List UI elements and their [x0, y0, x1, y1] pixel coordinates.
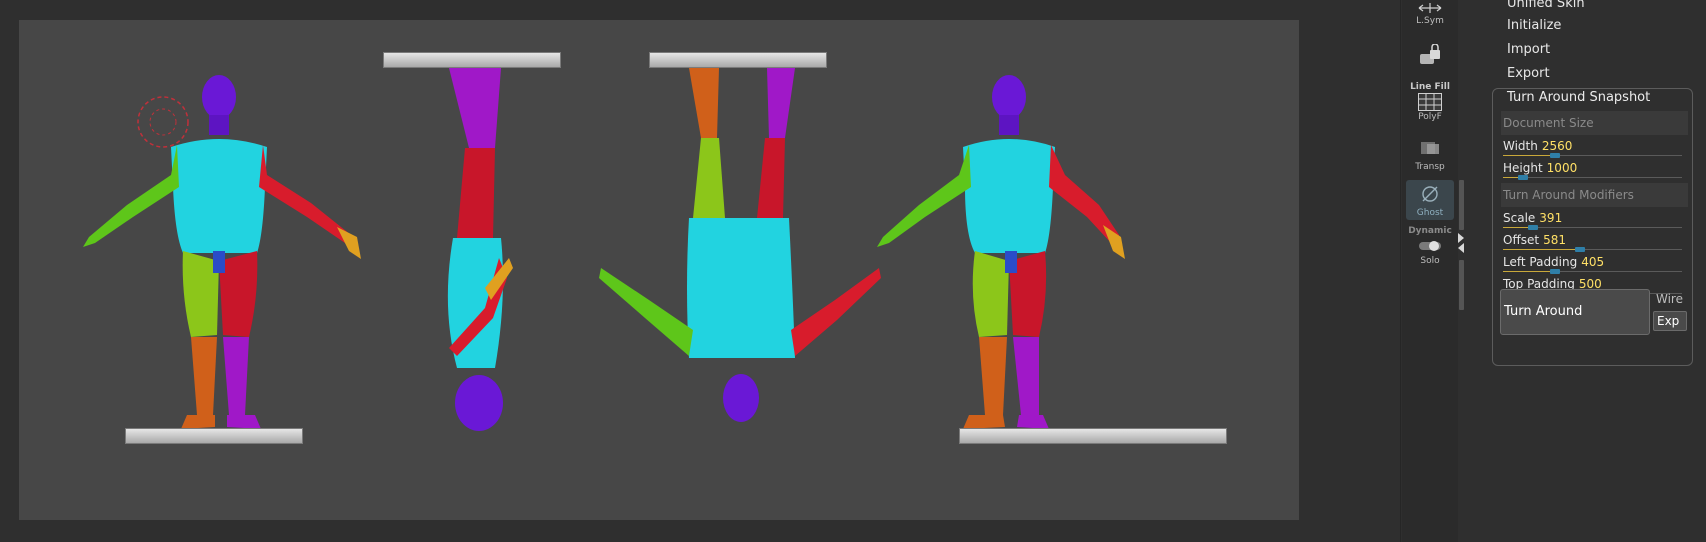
figure-inverted-back — [599, 68, 881, 422]
plinth-front — [125, 428, 303, 444]
scale-slider[interactable]: Scale 391 — [1501, 209, 1688, 231]
left-padding-slider[interactable]: Left Padding 405 — [1501, 253, 1688, 275]
ghost-icon — [1419, 180, 1441, 208]
lsym-arrows-icon — [1417, 0, 1443, 16]
3d-viewport[interactable] — [19, 20, 1299, 520]
document-size-header: Document Size — [1501, 111, 1688, 135]
expand-arrow-icon[interactable] — [1458, 233, 1464, 243]
ghost-button[interactable]: Ghost — [1406, 180, 1454, 220]
left-padding-value: 405 — [1581, 255, 1605, 269]
transp-button[interactable]: Transp — [1406, 134, 1454, 174]
transp-label: Transp — [1415, 162, 1445, 172]
figure-front — [83, 75, 361, 429]
offset-value: 581 — [1543, 233, 1566, 247]
ghost-label: Ghost — [1416, 208, 1444, 218]
menu-unified-skin[interactable]: Unified Skin — [1507, 0, 1585, 15]
dynamic-label: Dynamic — [1408, 226, 1452, 236]
height-value: 1000 — [1546, 161, 1578, 175]
polyframe-grid-icon — [1418, 92, 1442, 112]
solo-button[interactable]: Dynamic Solo — [1406, 226, 1454, 268]
export-button[interactable]: Exp — [1653, 311, 1687, 331]
wire-toggle[interactable]: Wire — [1656, 292, 1683, 306]
turn-around-title[interactable]: Turn Around Snapshot — [1507, 87, 1650, 109]
collapse-arrow-icon[interactable] — [1458, 243, 1464, 253]
solo-toggle-icon — [1418, 236, 1442, 256]
menu-import[interactable]: Import — [1507, 39, 1550, 61]
height-label: Height — [1503, 161, 1543, 175]
width-value: 2560 — [1541, 139, 1573, 153]
plinth-three-quarter — [959, 428, 1227, 444]
figure-three-quarter — [877, 75, 1125, 429]
width-label: Width — [1503, 139, 1538, 153]
tool-strip: L.Sym Line Fill PolyF Transp Ghost Dynam… — [1402, 0, 1458, 542]
height-slider[interactable]: Height 1000 — [1501, 159, 1688, 181]
polyf-label: PolyF — [1418, 112, 1442, 122]
scale-label: Scale — [1503, 211, 1536, 225]
plinth-inverted-back — [649, 52, 827, 68]
turn-around-modifiers-header: Turn Around Modifiers — [1501, 183, 1688, 207]
polyf-button[interactable]: Line Fill PolyF — [1406, 82, 1454, 124]
lock-camera-button[interactable] — [1406, 40, 1454, 74]
menu-export[interactable]: Export — [1507, 63, 1550, 85]
left-padding-label: Left Padding — [1503, 255, 1578, 269]
menu-initialize[interactable]: Initialize — [1507, 15, 1561, 37]
line-fill-label: Line Fill — [1410, 82, 1450, 92]
figure-inverted-side — [447, 68, 513, 431]
lsym-button[interactable]: L.Sym — [1406, 0, 1454, 28]
panel-divider — [1400, 0, 1401, 542]
lsym-label: L.Sym — [1416, 16, 1444, 26]
offset-slider[interactable]: Offset 581 — [1501, 231, 1688, 253]
scale-value: 391 — [1539, 211, 1563, 225]
plinth-inverted-side — [383, 52, 561, 68]
solo-label: Solo — [1420, 256, 1440, 266]
transparency-icon — [1419, 134, 1441, 162]
width-slider[interactable]: Width 2560 — [1501, 137, 1688, 159]
lock-camera-icon — [1418, 40, 1442, 72]
turn-around-snapshot-panel: Turn Around Snapshot Document Size Width… — [1492, 88, 1693, 366]
turn-around-button[interactable]: Turn Around — [1500, 289, 1650, 335]
offset-label: Offset — [1503, 233, 1540, 247]
